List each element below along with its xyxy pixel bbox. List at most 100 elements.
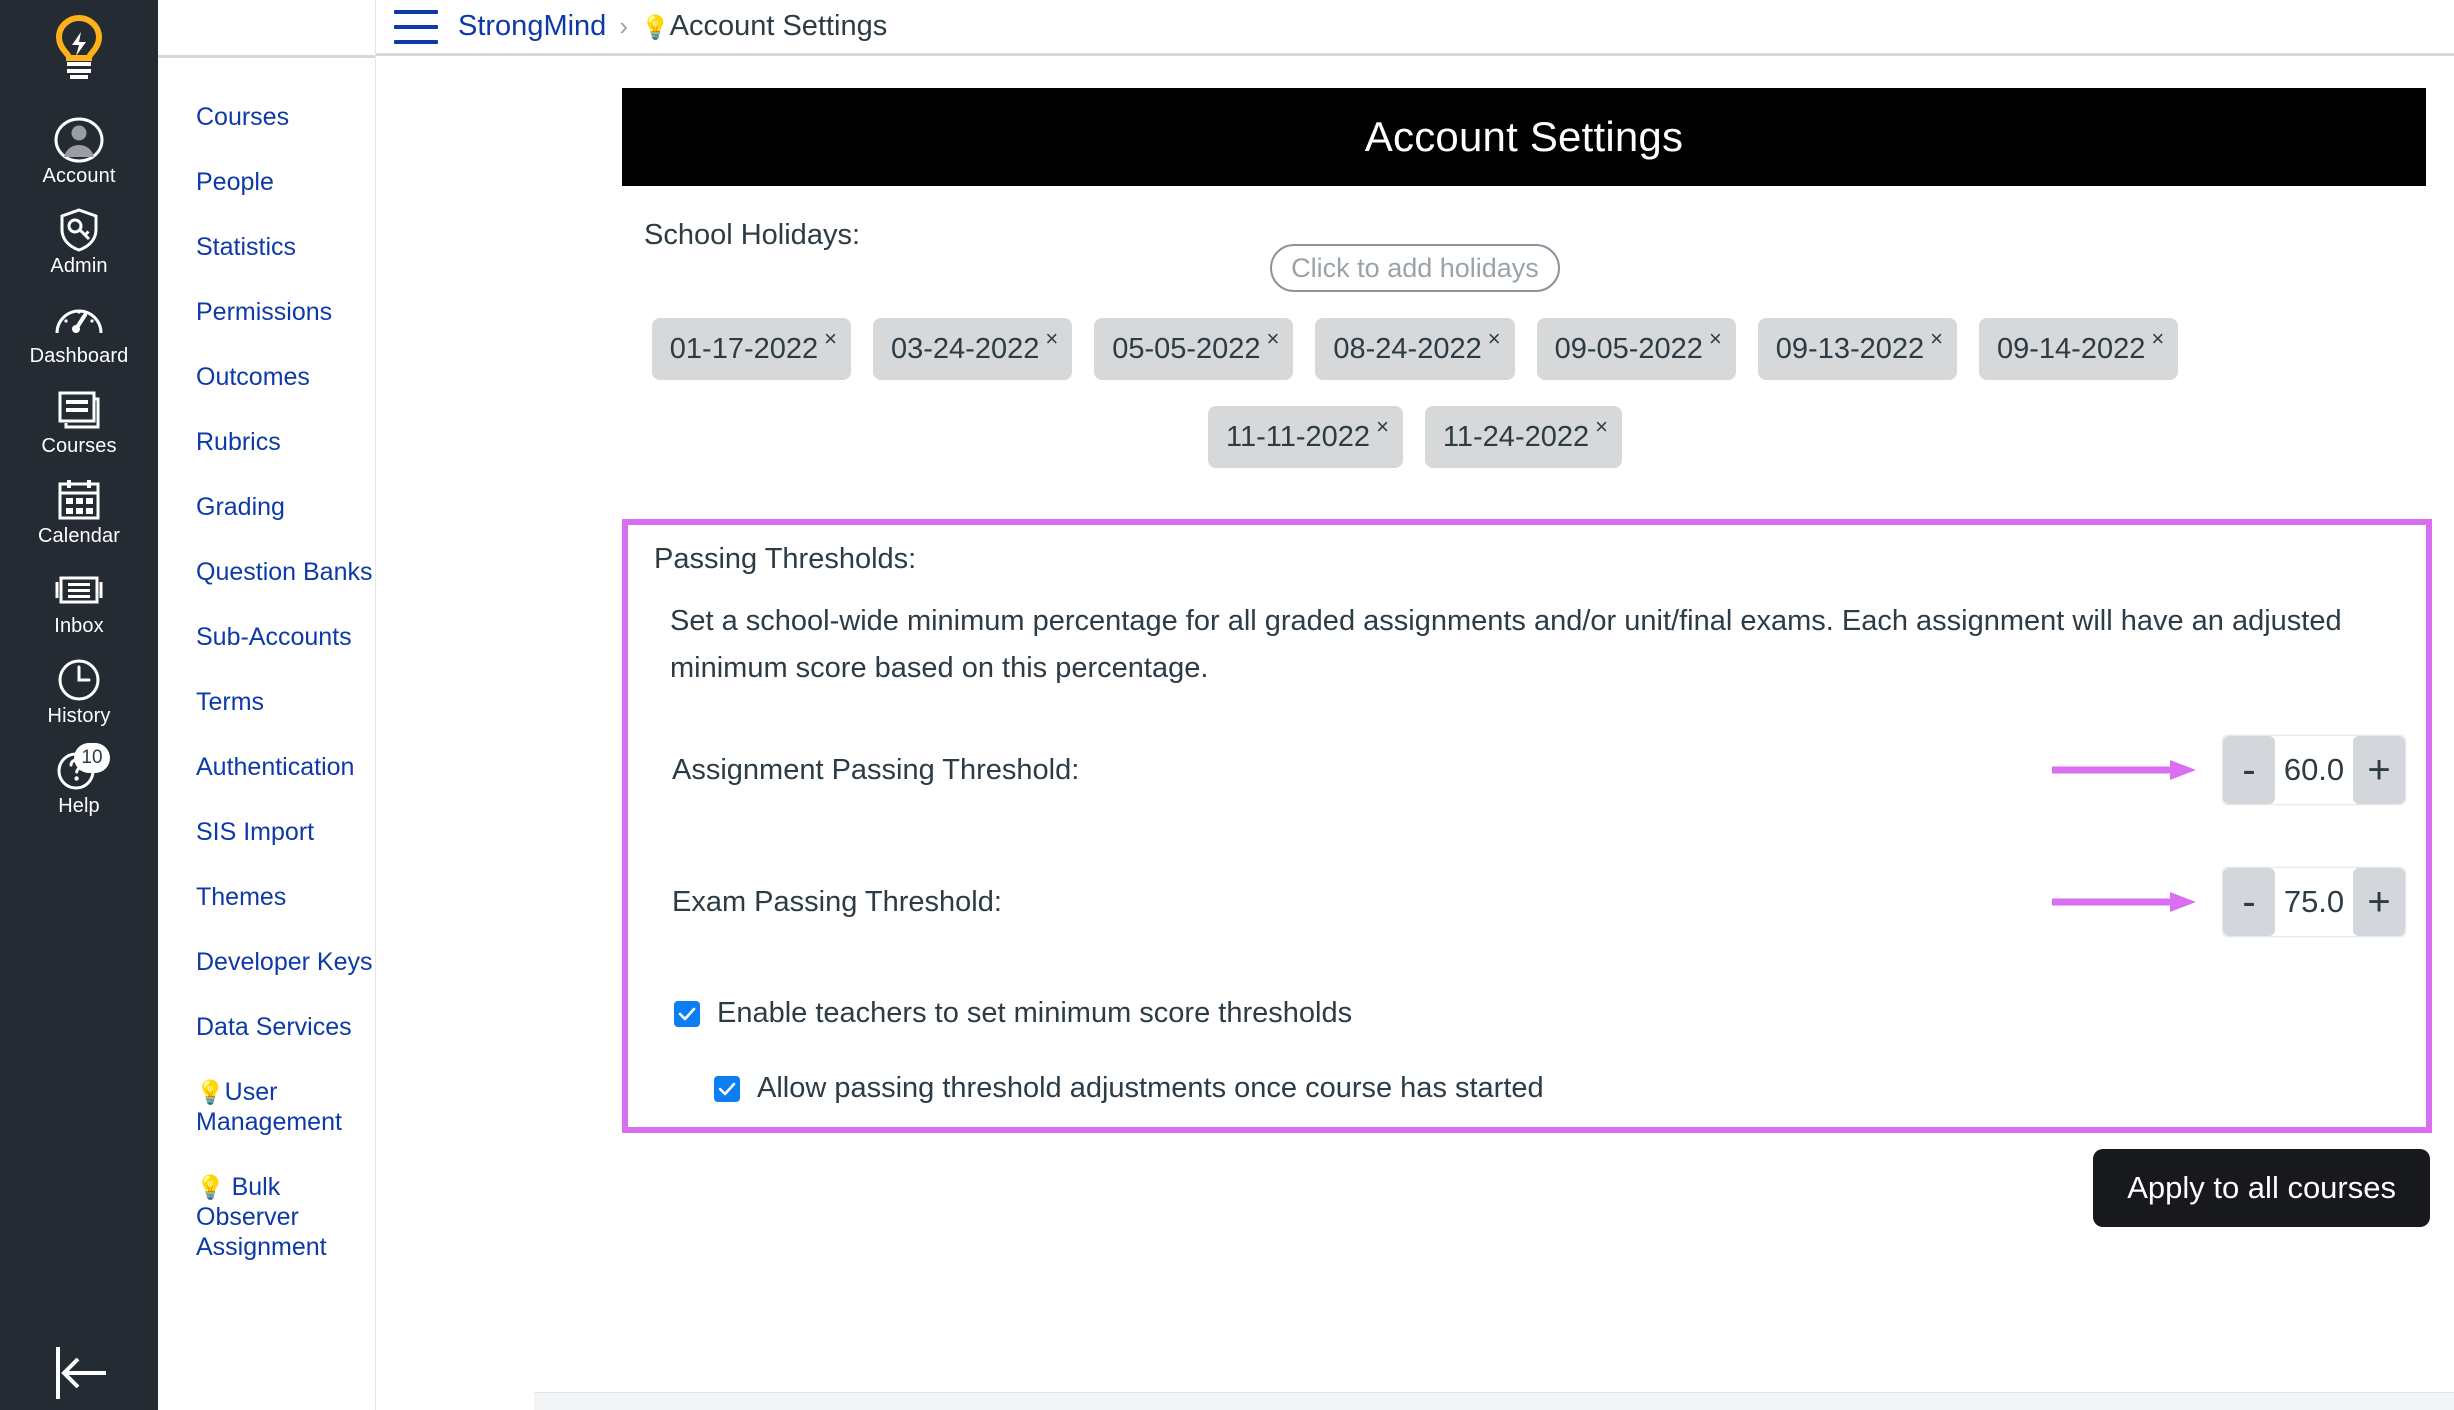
exam-threshold-stepper: - 75.0 +	[2222, 867, 2406, 937]
holiday-chip[interactable]: 09-05-2022 ×	[1536, 318, 1736, 380]
holiday-chip[interactable]: 11-11-2022 ×	[1208, 406, 1403, 468]
nav-link-bulk-observer-assignment[interactable]: 💡 Bulk Observer Assignment	[196, 1163, 372, 1271]
nav-link-statistics[interactable]: Statistics	[196, 223, 296, 271]
lightbulb-icon: 💡	[196, 1079, 225, 1105]
holiday-chip[interactable]: 08-24-2022 ×	[1315, 318, 1515, 380]
holiday-chip[interactable]: 01-17-2022 ×	[651, 318, 851, 380]
nav-link-user-management[interactable]: 💡User Management	[196, 1068, 375, 1146]
breadcrumb-current-label: Account Settings	[669, 10, 888, 42]
nav-link-data-services[interactable]: Data Services	[196, 1003, 352, 1051]
main-content: StrongMind › 💡Account Settings Account S…	[376, 0, 2454, 1410]
remove-holiday-icon[interactable]: ×	[824, 328, 837, 350]
nav-link-permissions[interactable]: Permissions	[196, 288, 332, 336]
lightbulb-icon: 💡	[640, 14, 670, 40]
holiday-chip-date: 05-05-2022	[1112, 332, 1261, 365]
global-nav-label: History	[47, 705, 111, 727]
exam-threshold-label: Exam Passing Threshold:	[672, 885, 1002, 918]
nav-item-data-services: Data Services	[158, 1003, 375, 1068]
assignment-threshold-label: Assignment Passing Threshold:	[672, 753, 1080, 786]
assignment-threshold-stepper: - 60.0 +	[2222, 735, 2406, 805]
nav-link-developer-keys[interactable]: Developer Keys	[196, 938, 372, 986]
nav-item-rubrics: Rubrics	[158, 418, 375, 483]
account-navigation: Courses People Statistics Permissions Ou…	[158, 0, 376, 1410]
holiday-chip[interactable]: 05-05-2022 ×	[1094, 318, 1294, 380]
exam-threshold-increment-button[interactable]: +	[2353, 868, 2405, 936]
nav-link-authentication[interactable]: Authentication	[196, 743, 354, 791]
chevron-right-icon: ›	[619, 11, 628, 41]
enable-teacher-thresholds-checkbox[interactable]	[674, 1000, 700, 1027]
apply-to-all-courses-button[interactable]: Apply to all courses	[2093, 1149, 2430, 1227]
nav-item-sub-accounts: Sub-Accounts	[158, 613, 375, 678]
nav-link-sis-import[interactable]: SIS Import	[196, 808, 314, 856]
clock-icon	[56, 657, 102, 703]
nav-link-grading[interactable]: Grading	[196, 483, 285, 531]
nav-item-permissions: Permissions	[158, 288, 375, 353]
remove-holiday-icon[interactable]: ×	[1488, 328, 1501, 350]
speedometer-icon	[54, 297, 104, 343]
allow-adjustments-checkbox[interactable]	[714, 1075, 740, 1102]
global-nav-item-dashboard[interactable]: Dashboard	[0, 287, 158, 377]
remove-holiday-icon[interactable]: ×	[1595, 416, 1608, 438]
collapse-nav-button[interactable]	[0, 1343, 158, 1410]
assignment-threshold-increment-button[interactable]: +	[2353, 736, 2405, 804]
holiday-chip-date: 11-24-2022	[1442, 420, 1590, 453]
nav-link-terms[interactable]: Terms	[196, 678, 264, 726]
nav-link-people[interactable]: People	[196, 158, 274, 206]
annotation-arrow-icon	[2052, 891, 2204, 913]
horizontal-scrollbar[interactable]	[534, 1392, 2454, 1410]
nav-item-people: People	[158, 158, 375, 223]
global-nav-label: Admin	[50, 255, 108, 277]
exam-threshold-decrement-button[interactable]: -	[2223, 868, 2275, 936]
assignment-threshold-value[interactable]: 60.0	[2275, 736, 2353, 804]
global-nav-label: Courses	[41, 435, 117, 457]
holiday-chip-row-1: 01-17-2022 × 03-24-2022 × 05-05-2022 × 08-2…	[376, 318, 2454, 380]
allow-adjustments-row: Allow passing threshold adjustments once…	[628, 1072, 2426, 1105]
nav-item-developer-keys: Developer Keys	[158, 938, 375, 1003]
holiday-chip[interactable]: 11-24-2022 ×	[1424, 406, 1622, 468]
remove-holiday-icon[interactable]: ×	[1267, 328, 1280, 350]
exam-threshold-control: - 75.0 +	[2052, 867, 2406, 937]
holiday-chip-date: 09-14-2022	[1997, 332, 2146, 365]
nav-link-question-banks[interactable]: Question Banks	[196, 548, 373, 596]
holiday-chip[interactable]: 03-24-2022 ×	[872, 318, 1073, 380]
global-nav-item-inbox[interactable]: Inbox	[0, 557, 158, 647]
global-nav-item-history[interactable]: History	[0, 647, 158, 737]
calendar-icon	[56, 477, 102, 523]
global-nav-item-courses[interactable]: Courses	[0, 377, 158, 467]
passing-thresholds-description: Set a school-wide minimum percentage for…	[670, 605, 2342, 684]
question-circle-icon: 10	[54, 743, 110, 793]
content-inner: Account Settings School Holidays: Click …	[376, 88, 2454, 1227]
nav-item-bulk-observer-assignment: 💡 Bulk Observer Assignment	[158, 1163, 375, 1288]
page-title: Account Settings	[1364, 113, 1684, 160]
nav-link-sub-accounts[interactable]: Sub-Accounts	[196, 613, 352, 661]
brand-logo[interactable]	[0, 14, 158, 85]
remove-holiday-icon[interactable]: ×	[1709, 328, 1722, 350]
global-nav-item-calendar[interactable]: Calendar	[0, 467, 158, 557]
breadcrumb-root-link[interactable]: StrongMind	[458, 10, 606, 43]
nav-item-sis-import: SIS Import	[158, 808, 375, 873]
global-nav-item-help[interactable]: 10 Help	[0, 737, 158, 827]
book-icon	[56, 387, 102, 433]
page-title-banner: Account Settings	[622, 88, 2426, 186]
global-nav-label: Dashboard	[29, 345, 129, 367]
holiday-chip[interactable]: 09-14-2022 ×	[1979, 318, 2179, 380]
nav-link-outcomes[interactable]: Outcomes	[196, 353, 310, 401]
global-nav-item-account[interactable]: Account	[0, 107, 158, 197]
remove-holiday-icon[interactable]: ×	[1930, 328, 1943, 350]
holiday-chip-date: 11-11-2022	[1226, 420, 1371, 453]
add-holidays-input[interactable]: Click to add holidays	[1270, 244, 1560, 292]
assignment-threshold-decrement-button[interactable]: -	[2223, 736, 2275, 804]
remove-holiday-icon[interactable]: ×	[1376, 416, 1389, 438]
remove-holiday-icon[interactable]: ×	[2151, 328, 2164, 350]
assignment-threshold-row: Assignment Passing Threshold: - 60.0 +	[628, 735, 2426, 805]
holiday-chip[interactable]: 09-13-2022 ×	[1757, 318, 1957, 380]
nav-link-themes[interactable]: Themes	[196, 873, 286, 921]
nav-link-courses[interactable]: Courses	[196, 93, 289, 141]
global-nav-item-admin[interactable]: Admin	[0, 197, 158, 287]
hamburger-menu-icon[interactable]	[394, 9, 438, 44]
exam-threshold-value[interactable]: 75.0	[2275, 868, 2353, 936]
passing-thresholds-title: Passing Thresholds:	[654, 543, 917, 575]
nav-link-rubrics[interactable]: Rubrics	[196, 418, 281, 466]
remove-holiday-icon[interactable]: ×	[1045, 328, 1058, 350]
enable-teacher-thresholds-row: Enable teachers to set minimum score thr…	[628, 997, 2426, 1030]
